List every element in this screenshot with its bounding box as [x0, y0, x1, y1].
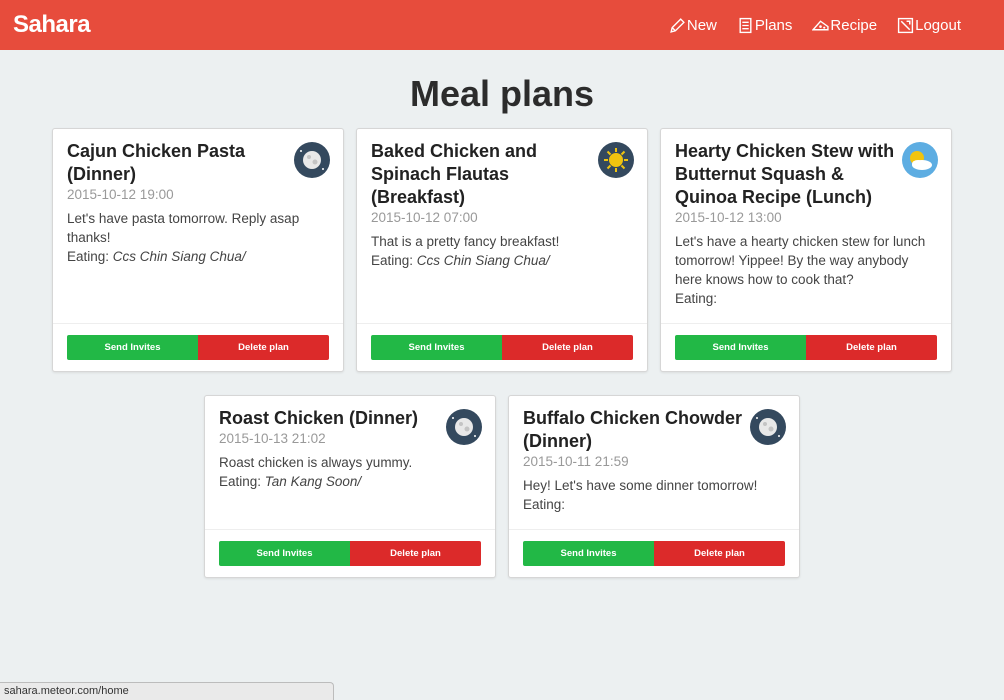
- nav-menu: New Plans Recipe Logout: [649, 17, 991, 34]
- moon-icon: [294, 142, 330, 178]
- card-actions: Send Invites Delete plan: [661, 323, 951, 371]
- delete-plan-button[interactable]: Delete plan: [350, 541, 481, 566]
- browser-status-bar: sahara.meteor.com/home: [0, 682, 334, 700]
- sun-cloud-icon: [902, 142, 938, 178]
- card-message: Let's have a hearty chicken stew for lun…: [675, 234, 926, 287]
- delete-plan-button[interactable]: Delete plan: [806, 335, 937, 360]
- card-actions: Send Invites Delete plan: [53, 323, 343, 371]
- card-eating: Eating: Ccs Chin Siang Chua/: [67, 247, 329, 266]
- eating-label: Eating:: [371, 253, 414, 268]
- card-title: Baked Chicken and Spinach Flautas (Break…: [371, 141, 538, 207]
- eating-names: Tan Kang Soon/: [264, 474, 362, 489]
- card-date: 2015-10-13 21:02: [219, 431, 326, 446]
- logout-icon: [898, 17, 914, 33]
- card-date: 2015-10-12 07:00: [371, 210, 478, 225]
- card-row: Roast Chicken (Dinner) 2015-10-13 21:02 …: [0, 395, 1004, 578]
- eating-label: Eating:: [219, 474, 262, 489]
- eating-label: Eating:: [523, 497, 566, 512]
- card-actions: Send Invites Delete plan: [205, 529, 495, 577]
- delete-plan-button[interactable]: Delete plan: [502, 335, 633, 360]
- navbar: Sahara New Plans Recipe Logout: [0, 0, 1004, 50]
- eating-names: Ccs Chin Siang Chua/: [112, 249, 246, 264]
- card-row: Cajun Chicken Pasta (Dinner) 2015-10-12 …: [0, 128, 1004, 372]
- card-date: 2015-10-12 13:00: [675, 210, 782, 225]
- recipe-icon: [812, 19, 830, 30]
- meal-plan-card: Buffalo Chicken Chowder (Dinner) 2015-10…: [508, 395, 800, 578]
- card-date: 2015-10-11 21:59: [523, 454, 629, 469]
- card-title: Hearty Chicken Stew with Butternut Squas…: [675, 141, 895, 207]
- card-message: Roast chicken is always yummy.: [219, 455, 413, 470]
- send-invites-button[interactable]: Send Invites: [219, 541, 350, 566]
- meal-plan-card: Roast Chicken (Dinner) 2015-10-13 21:02 …: [204, 395, 496, 578]
- card-eating: Eating:: [675, 289, 937, 308]
- card-eating: Eating:: [523, 495, 785, 514]
- meal-plan-card: Baked Chicken and Spinach Flautas (Break…: [356, 128, 648, 372]
- nav-new[interactable]: New: [669, 17, 717, 34]
- card-message: That is a pretty fancy breakfast!: [371, 234, 560, 249]
- card-date: 2015-10-12 19:00: [67, 187, 174, 202]
- delete-plan-button[interactable]: Delete plan: [654, 541, 785, 566]
- card-actions: Send Invites Delete plan: [357, 323, 647, 371]
- card-actions: Send Invites Delete plan: [509, 529, 799, 577]
- brand-logo[interactable]: Sahara: [13, 11, 91, 39]
- nav-new-label: New: [686, 16, 717, 34]
- card-message: Let's have pasta tomorrow. Reply asap th…: [67, 211, 300, 245]
- moon-icon: [750, 409, 786, 445]
- nav-plans[interactable]: Plans: [737, 16, 793, 34]
- meal-plan-grid: Cajun Chicken Pasta (Dinner) 2015-10-12 …: [0, 128, 1004, 578]
- page-title: Meal plans: [409, 73, 595, 114]
- card-eating: Eating: Tan Kang Soon/: [219, 472, 481, 491]
- card-message: Hey! Let's have some dinner tomorrow!: [523, 478, 758, 493]
- send-invites-button[interactable]: Send Invites: [67, 335, 198, 360]
- eating-label: Eating:: [675, 291, 718, 306]
- send-invites-button[interactable]: Send Invites: [371, 335, 502, 360]
- nav-plans-label: Plans: [754, 16, 793, 34]
- moon-icon: [446, 409, 482, 445]
- meal-plan-card: Hearty Chicken Stew with Butternut Squas…: [660, 128, 952, 372]
- card-title: Cajun Chicken Pasta (Dinner): [67, 141, 246, 184]
- card-title: Roast Chicken (Dinner): [219, 408, 419, 428]
- eating-names: Ccs Chin Siang Chua/: [416, 253, 550, 268]
- nav-logout-label: Logout: [915, 16, 961, 34]
- nav-recipe[interactable]: Recipe: [812, 17, 877, 34]
- send-invites-button[interactable]: Send Invites: [675, 335, 806, 360]
- eating-label: Eating:: [67, 249, 110, 264]
- card-title: Buffalo Chicken Chowder (Dinner): [523, 408, 743, 451]
- meal-plan-card: Cajun Chicken Pasta (Dinner) 2015-10-12 …: [52, 128, 344, 372]
- send-invites-button[interactable]: Send Invites: [523, 541, 654, 566]
- document-icon: [739, 17, 752, 33]
- card-eating: Eating: Ccs Chin Siang Chua/: [371, 251, 633, 270]
- delete-plan-button[interactable]: Delete plan: [198, 335, 329, 360]
- nav-recipe-label: Recipe: [830, 16, 878, 34]
- nav-logout[interactable]: Logout: [897, 17, 961, 34]
- sunrise-icon: [598, 142, 634, 178]
- pencil-icon: [670, 17, 685, 33]
